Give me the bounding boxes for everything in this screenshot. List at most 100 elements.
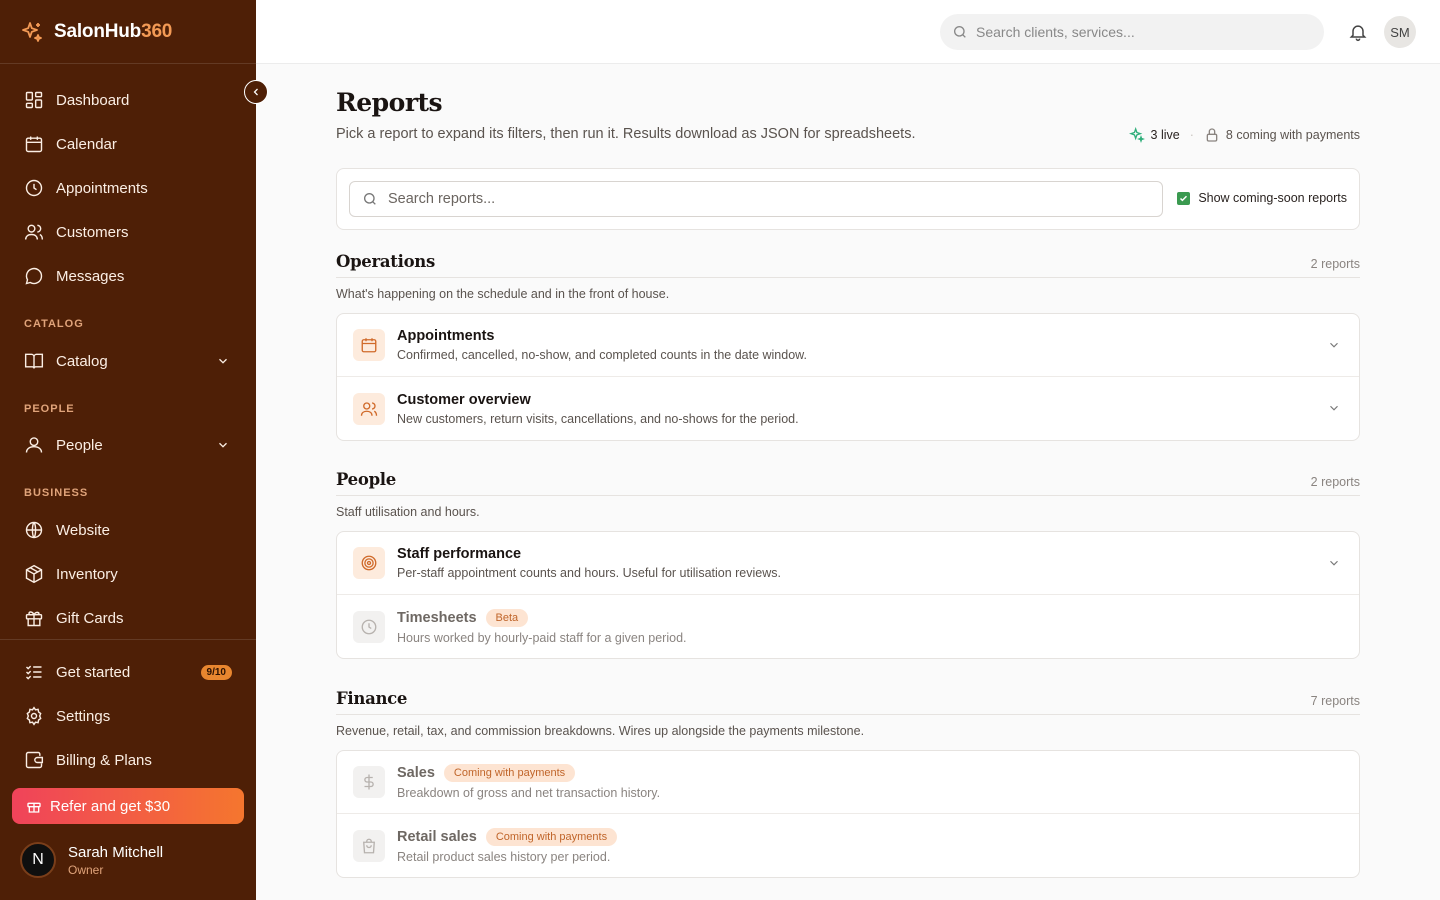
sidebar-item-people[interactable]: People [12,425,244,465]
collapse-sidebar-button[interactable] [244,80,268,104]
report-description: Confirmed, cancelled, no-show, and compl… [397,348,807,362]
checkbox-checked[interactable] [1177,191,1191,205]
section-title: Finance [336,689,408,708]
sidebar-item-messages[interactable]: Messages [12,256,244,296]
checkbox-label: Show coming-soon reports [1198,191,1347,205]
chevron-down-icon[interactable] [1327,338,1341,352]
refer-label: Refer and get $30 [50,797,171,815]
section-title: Operations [336,252,435,271]
report-title: Retail sales Coming with payments [397,827,618,846]
section-description: Staff utilisation and hours. [336,505,480,519]
sidebar-item-inventory[interactable]: Inventory [12,554,244,594]
global-search-input[interactable] [976,24,1296,40]
report-description: Retail product sales history per period. [397,849,611,864]
report-title: Customer overview [397,391,531,408]
sidebar-item-get-started[interactable]: Get started 9/10 [12,652,244,692]
users-icon [360,401,378,416]
report-row-appointments[interactable]: Appointments Confirmed, cancelled, no-sh… [337,314,1359,377]
sidebar-item-gift-cards[interactable]: Gift Cards [12,598,244,638]
sidebar-item-appointments[interactable]: Appointments [12,168,244,208]
report-row-timesheets: Timesheets Beta Hours worked by hourly-p… [337,595,1359,658]
report-icon [353,829,385,862]
chevron-down-icon[interactable] [1327,401,1341,415]
checklist-icon [25,665,42,680]
target-icon [361,555,377,571]
report-icon [353,766,385,798]
search-icon [954,26,966,38]
brand-name: SalonHub360 [54,20,173,42]
sidebar-item-label: Settings [56,707,111,725]
sidebar-item-catalog[interactable]: Catalog [12,341,244,381]
sidebar-item-label: Get started [56,663,131,681]
section-count: 7 reports [1310,694,1360,708]
report-list: Sales Coming with payments Breakdown of … [336,750,1360,878]
sidebar-item-settings[interactable]: Settings [12,696,244,736]
sidebar-item-customers[interactable]: Customers [12,212,244,252]
dollar-icon [364,774,374,790]
report-icon [353,392,385,425]
sparkle-icon [1128,127,1145,143]
report-row-staff-performance[interactable]: Staff performance Per-staff appointment … [337,532,1359,595]
sidebar-item-label: Billing & Plans [56,751,152,769]
report-search[interactable] [349,181,1163,217]
sidebar-item-dashboard[interactable]: Dashboard [12,80,244,120]
report-title: Timesheets Beta [397,608,687,627]
bell-icon[interactable] [1348,22,1368,42]
section-operations: Operations 2 reports What's happening on… [336,252,1360,441]
refer-button[interactable]: Refer and get $30 [12,788,244,824]
sidebar-item-label: Dashboard [56,91,130,109]
global-search[interactable] [940,14,1324,50]
gift-icon [25,611,43,627]
report-icon [353,329,385,361]
report-title: Appointments [397,328,495,344]
sidebar-item-calendar[interactable]: Calendar [12,124,244,164]
sidebar-divider [0,639,256,640]
coming-count: 8 coming with payments [1225,128,1360,142]
sidebar-item-website[interactable]: Website [12,510,244,550]
progress-badge: 9/10 [200,664,232,680]
avatar: N [20,842,56,878]
user-role: Owner [68,862,104,877]
lock-icon [1206,128,1218,142]
shopping-bag-icon [363,838,375,853]
section-people: People 2 reports Staff utilisation and h… [336,470,1360,659]
calendar-icon [361,338,377,353]
wallet-icon [25,751,44,769]
globe-icon [25,521,43,539]
separator-dot: · [1189,128,1194,142]
report-row-retail-sales: Retail sales Coming with payments Retail… [337,814,1359,877]
coming-soon-badge: Coming with payments [485,827,618,846]
report-description: Breakdown of gross and net transaction h… [397,786,661,800]
clock-icon [361,619,377,634]
sidebar-item-label: Gift Cards [56,609,124,627]
gift-icon [27,802,41,813]
report-list: Staff performance Per-staff appointment … [336,531,1360,659]
coming-soon-badge: Coming with payments [443,764,576,782]
dashboard-icon [25,91,43,109]
sidebar-item-label: Appointments [56,179,148,197]
chevron-down-icon[interactable] [1327,556,1341,570]
calendar-icon [25,136,43,153]
user-profile[interactable]: N Sarah Mitchell Owner [20,842,163,878]
section-label-business: BUSINESS [24,487,89,499]
clock-icon [25,179,43,197]
gear-icon [26,706,42,726]
report-search-input[interactable] [388,191,1148,207]
page-title: Reports [336,88,443,117]
avatar[interactable]: SM [1384,16,1416,48]
section-count: 2 reports [1310,475,1360,489]
report-stats: 3 live · 8 coming with payments [1128,127,1360,143]
report-title: Sales Coming with payments [397,764,660,782]
show-coming-soon-toggle[interactable]: Show coming-soon reports [1177,191,1347,205]
users-icon [24,224,44,240]
book-icon [24,353,44,369]
report-icon [353,610,385,643]
report-list: Appointments Confirmed, cancelled, no-sh… [336,313,1360,441]
report-row-sales: Sales Coming with payments Breakdown of … [337,751,1359,814]
sidebar-item-label: Messages [56,267,125,285]
report-row-customer-overview[interactable]: Customer overview New customers, return … [337,377,1359,440]
sidebar-item-label: Website [56,521,110,539]
sidebar-item-billing[interactable]: Billing & Plans [12,740,244,780]
sidebar-item-label: Calendar [56,135,117,153]
brand[interactable]: SalonHub360 [0,0,256,64]
